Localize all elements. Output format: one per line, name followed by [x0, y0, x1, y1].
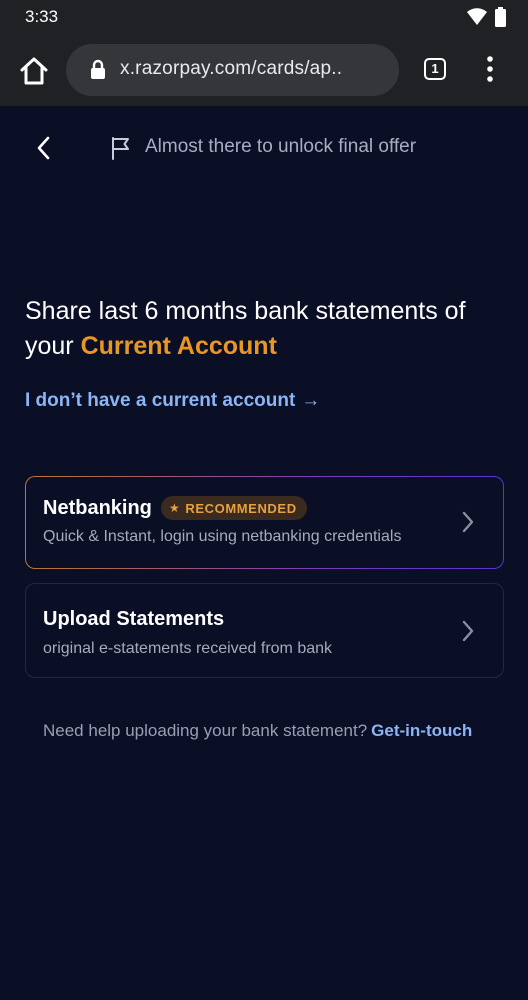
- recommended-label: RECOMMENDED: [185, 500, 297, 516]
- upload-statements-title: Upload Statements: [43, 608, 225, 630]
- lock-icon: [91, 59, 105, 79]
- star-icon: ★: [169, 501, 181, 515]
- progress-text: Almost there to unlock final offer: [145, 136, 417, 157]
- netbanking-subtitle: Quick & Instant, login using netbanking …: [43, 528, 402, 545]
- arrow-right-icon: →: [301, 390, 321, 411]
- page-header: Almost there to unlock final offer: [0, 106, 528, 190]
- upload-statements-option[interactable]: Upload Statements original e-statements …: [25, 583, 504, 678]
- wifi-icon: [467, 8, 487, 25]
- more-options-icon[interactable]: [480, 54, 500, 84]
- recommended-badge: ★ RECOMMENDED: [161, 496, 307, 520]
- netbanking-option[interactable]: Netbanking ★ RECOMMENDED Quick & Instant…: [25, 476, 504, 569]
- flag-icon: [112, 137, 129, 160]
- chevron-right-icon: [462, 511, 474, 533]
- headline-accent: Current Account: [80, 332, 277, 360]
- page-title: Share last 6 months bank statements of y…: [25, 294, 505, 364]
- help-text: Need help uploading your bank statement?: [43, 721, 368, 740]
- browser-toolbar: x.razorpay.com/cards/ap.. 1: [0, 34, 528, 106]
- help-row: Need help uploading your bank statement?…: [43, 721, 472, 741]
- back-arrow-icon[interactable]: [32, 134, 56, 162]
- netbanking-title: Netbanking: [43, 497, 152, 519]
- status-icons: [467, 7, 506, 27]
- tabs-count-button[interactable]: 1: [424, 58, 446, 80]
- status-bar: 3:33: [0, 0, 528, 34]
- upload-statements-subtitle: original e-statements received from bank: [43, 640, 333, 657]
- battery-icon: [495, 7, 506, 27]
- chevron-right-icon: [462, 620, 474, 642]
- no-current-account-label: I don’t have a current account: [25, 390, 296, 411]
- url-text: x.razorpay.com/cards/ap..: [120, 58, 343, 79]
- get-in-touch-link[interactable]: Get-in-touch: [371, 721, 472, 740]
- home-icon[interactable]: [18, 56, 50, 86]
- no-current-account-link[interactable]: I don’t have a current account →: [25, 390, 320, 412]
- address-bar[interactable]: x.razorpay.com/cards/ap..: [66, 44, 399, 96]
- status-time: 3:33: [25, 7, 59, 26]
